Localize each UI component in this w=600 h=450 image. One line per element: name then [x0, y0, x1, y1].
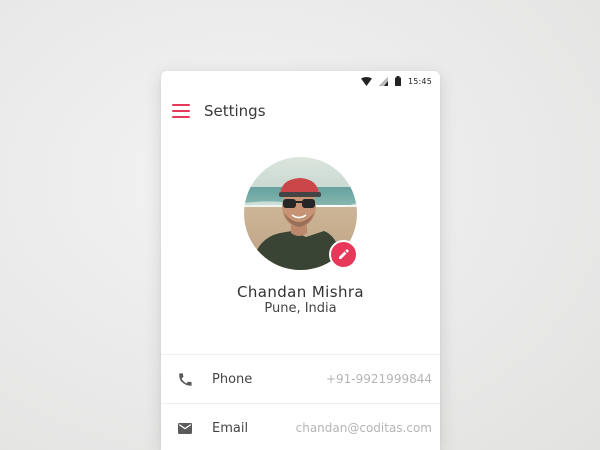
phone-value: +91-9921999844	[325, 372, 432, 386]
status-time: 15:45	[407, 76, 432, 86]
pencil-icon	[338, 245, 349, 264]
profile-location: Pune, India	[264, 301, 337, 316]
profile-name: Chandan Mishra	[236, 283, 365, 301]
hamburger-menu-icon[interactable]	[172, 104, 190, 118]
signal-icon	[378, 76, 388, 86]
phone-row[interactable]: Phone +91-9921999844	[161, 354, 440, 403]
email-label: Email	[212, 420, 249, 436]
email-value: chandan@coditas.com	[295, 421, 432, 435]
battery-icon	[394, 76, 401, 86]
phone-screen: 15:45 Settings Chandan Mishra Pune, Indi…	[161, 71, 440, 450]
email-row[interactable]: Email chandan@coditas.com	[161, 403, 440, 450]
status-bar: 15:45	[161, 71, 440, 91]
profile-avatar-container	[244, 157, 358, 270]
wifi-icon	[360, 76, 372, 86]
page-title: Settings	[204, 102, 266, 120]
settings-list: Phone +91-9921999844 Email chandan@codit…	[161, 354, 440, 450]
edit-avatar-button[interactable]	[329, 240, 358, 269]
phone-icon	[177, 371, 193, 387]
phone-label: Phone	[212, 371, 253, 387]
mail-icon	[177, 420, 193, 436]
app-bar: Settings	[161, 91, 440, 131]
